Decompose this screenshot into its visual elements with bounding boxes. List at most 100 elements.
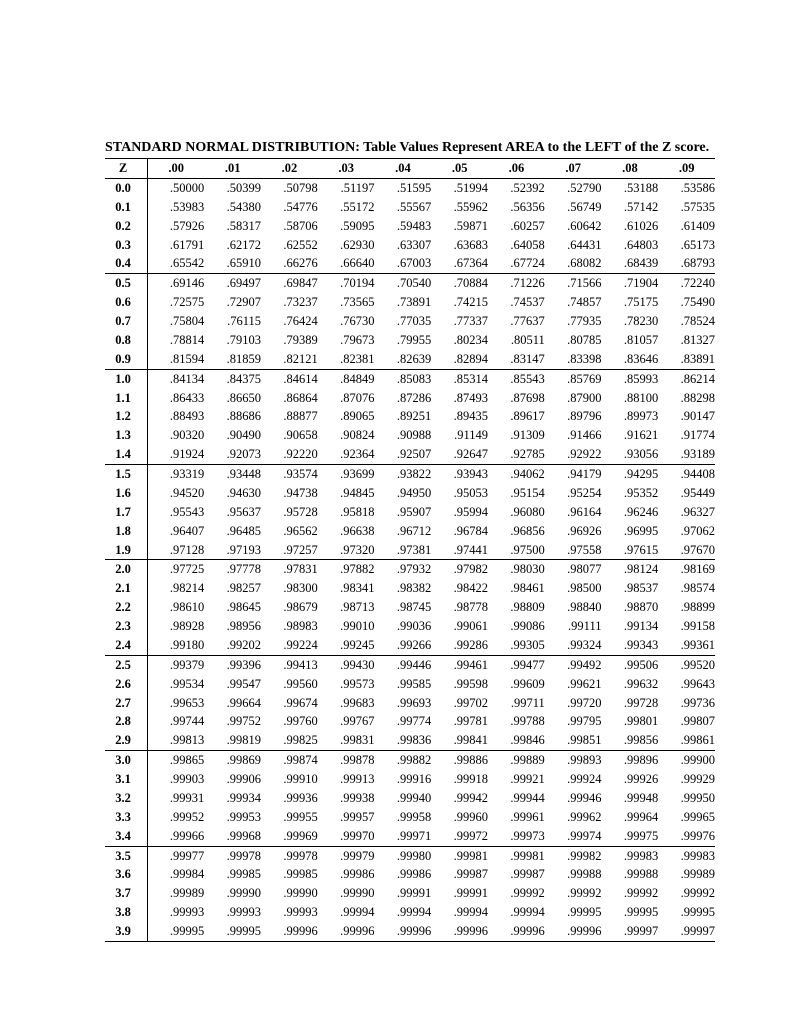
cell-value: .99664 <box>204 694 261 713</box>
cell-value: .77337 <box>431 312 488 331</box>
col-header: .05 <box>431 159 488 179</box>
cell-value: .82381 <box>318 350 375 369</box>
z-row-label: 3.0 <box>105 751 148 770</box>
cell-value: .96995 <box>602 522 659 541</box>
z-row-label: 0.9 <box>105 350 148 369</box>
cell-value: .94520 <box>148 484 205 503</box>
cell-value: .99970 <box>318 827 375 846</box>
cell-value: .99202 <box>204 636 261 655</box>
cell-value: .95053 <box>431 484 488 503</box>
table-row: 3.0.99865.99869.99874.99878.99882.99886.… <box>105 751 715 770</box>
cell-value: .78524 <box>658 312 715 331</box>
cell-value: .79673 <box>318 331 375 350</box>
z-row-label: 2.0 <box>105 560 148 579</box>
cell-value: .86650 <box>204 389 261 408</box>
cell-value: .99934 <box>204 789 261 808</box>
z-row-label: 2.1 <box>105 579 148 598</box>
cell-value: .99992 <box>602 884 659 903</box>
z-row-label: 3.5 <box>105 846 148 865</box>
cell-value: .99994 <box>488 903 545 922</box>
cell-value: .99180 <box>148 636 205 655</box>
cell-value: .99942 <box>431 789 488 808</box>
table-row: 1.0.84134.84375.84614.84849.85083.85314.… <box>105 369 715 388</box>
cell-value: .98679 <box>261 598 318 617</box>
cell-value: .99851 <box>545 731 602 750</box>
cell-value: .93056 <box>602 445 659 464</box>
z-row-label: 0.0 <box>105 178 148 197</box>
cell-value: .99995 <box>204 922 261 941</box>
cell-value: .96926 <box>545 522 602 541</box>
z-row-label: 0.5 <box>105 274 148 293</box>
cell-value: .57142 <box>602 198 659 217</box>
cell-value: .94062 <box>488 465 545 484</box>
cell-value: .98574 <box>658 579 715 598</box>
cell-value: .93189 <box>658 445 715 464</box>
cell-value: .99900 <box>658 751 715 770</box>
cell-value: .96638 <box>318 522 375 541</box>
cell-value: .99929 <box>658 770 715 789</box>
cell-value: .59095 <box>318 217 375 236</box>
cell-value: .99997 <box>658 922 715 941</box>
cell-value: .90147 <box>658 407 715 426</box>
cell-value: .99865 <box>148 751 205 770</box>
cell-value: .76424 <box>261 312 318 331</box>
table-row: 3.3.99952.99953.99955.99957.99958.99960.… <box>105 808 715 827</box>
cell-value: .99931 <box>148 789 205 808</box>
table-row: 2.5.99379.99396.99413.99430.99446.99461.… <box>105 655 715 674</box>
cell-value: .56749 <box>545 198 602 217</box>
cell-value: .52392 <box>488 178 545 197</box>
cell-value: .77637 <box>488 312 545 331</box>
cell-value: .99413 <box>261 655 318 674</box>
cell-value: .99752 <box>204 712 261 731</box>
cell-value: .96485 <box>204 522 261 541</box>
z-row-label: 0.2 <box>105 217 148 236</box>
cell-value: .99952 <box>148 808 205 827</box>
cell-value: .69847 <box>261 274 318 293</box>
table-row: 3.8.99993.99993.99993.99994.99994.99994.… <box>105 903 715 922</box>
table-row: 0.9.81594.81859.82121.82381.82639.82894.… <box>105 350 715 369</box>
cell-value: .70884 <box>431 274 488 293</box>
cell-value: .92073 <box>204 445 261 464</box>
cell-value: .97670 <box>658 541 715 560</box>
cell-value: .99953 <box>204 808 261 827</box>
table-row: 2.4.99180.99202.99224.99245.99266.99286.… <box>105 636 715 655</box>
cell-value: .98461 <box>488 579 545 598</box>
cell-value: .99974 <box>545 827 602 846</box>
cell-value: .98500 <box>545 579 602 598</box>
cell-value: .99846 <box>488 731 545 750</box>
cell-value: .99585 <box>375 675 432 694</box>
cell-value: .99720 <box>545 694 602 713</box>
cell-value: .99991 <box>431 884 488 903</box>
cell-value: .99461 <box>431 655 488 674</box>
cell-value: .98422 <box>431 579 488 598</box>
col-header: .00 <box>148 159 205 179</box>
cell-value: .88298 <box>658 389 715 408</box>
cell-value: .99158 <box>658 617 715 636</box>
z-row-label: 0.4 <box>105 254 148 273</box>
table-row: 0.5.69146.69497.69847.70194.70540.70884.… <box>105 274 715 293</box>
table-row: 3.7.99989.99990.99990.99990.99991.99991.… <box>105 884 715 903</box>
cell-value: .99990 <box>204 884 261 903</box>
cell-value: .92364 <box>318 445 375 464</box>
cell-value: .99978 <box>261 846 318 865</box>
cell-value: .99813 <box>148 731 205 750</box>
table-row: 2.7.99653.99664.99674.99683.99693.99702.… <box>105 694 715 713</box>
cell-value: .92220 <box>261 445 318 464</box>
cell-value: .95994 <box>431 503 488 522</box>
cell-value: .99979 <box>318 846 375 865</box>
table-row: 0.1.53983.54380.54776.55172.55567.55962.… <box>105 198 715 217</box>
cell-value: .99807 <box>658 712 715 731</box>
cell-value: .99983 <box>602 846 659 865</box>
col-header: .08 <box>602 159 659 179</box>
cell-value: .91309 <box>488 426 545 445</box>
cell-value: .98341 <box>318 579 375 598</box>
z-row-label: 3.3 <box>105 808 148 827</box>
cell-value: .97500 <box>488 541 545 560</box>
cell-value: .99547 <box>204 675 261 694</box>
z-row-label: 3.8 <box>105 903 148 922</box>
cell-value: .98645 <box>204 598 261 617</box>
cell-value: .53188 <box>602 178 659 197</box>
cell-value: .79955 <box>375 331 432 350</box>
cell-value: .91149 <box>431 426 488 445</box>
cell-value: .99966 <box>148 827 205 846</box>
